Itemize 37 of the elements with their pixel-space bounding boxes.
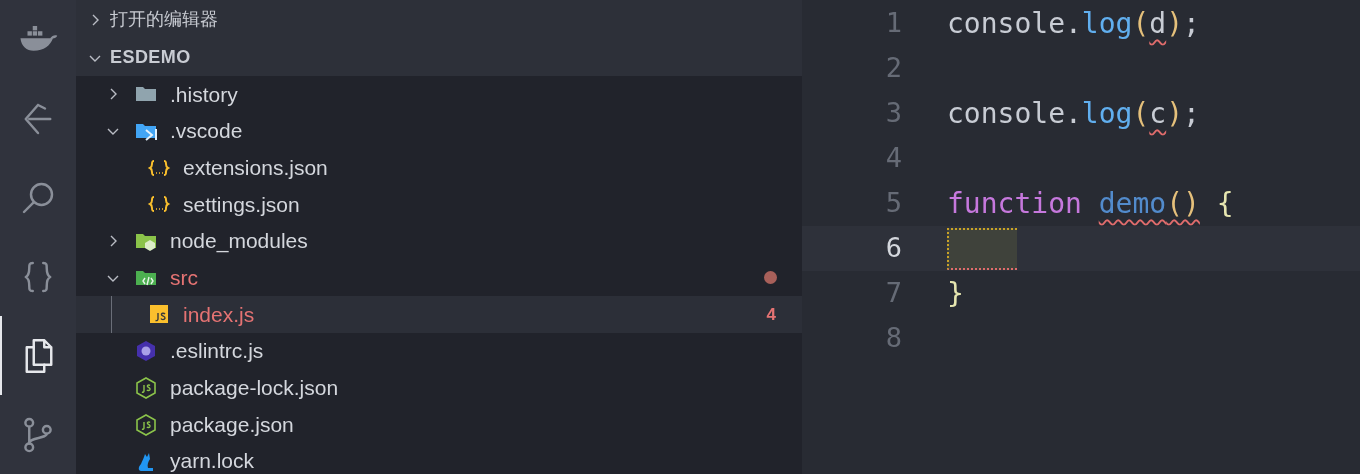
file-name: package-lock.json <box>170 375 339 402</box>
file-name: .vscode <box>170 118 243 145</box>
code-line: console.log(d); <box>947 5 1200 42</box>
file-name: index.js <box>183 301 255 328</box>
file-name: settings.json <box>183 191 300 218</box>
tree-item[interactable]: index.js 4 <box>76 296 802 333</box>
line-number: 8 <box>884 321 902 356</box>
line-number: 6 <box>884 231 902 266</box>
problem-count: 4 <box>766 303 777 326</box>
file-name: src <box>170 265 198 292</box>
code-line: } <box>947 275 964 312</box>
code-line: console.log(c); <box>947 95 1200 132</box>
tree-item[interactable]: package-lock.json <box>76 369 802 407</box>
code-line: function demo() { <box>947 185 1234 222</box>
tree-item[interactable]: .vscode <box>76 112 802 150</box>
line-number: 2 <box>884 51 902 86</box>
section-header[interactable]: 打开的编辑器 <box>76 0 802 39</box>
section-header[interactable]: ESDEMO <box>76 39 802 76</box>
file-name: .history <box>170 81 238 108</box>
tree-item[interactable]: extensions.json <box>76 149 802 187</box>
line-number: 5 <box>884 186 902 221</box>
tree-item[interactable]: package.json <box>76 406 802 443</box>
tree-item[interactable]: src <box>76 259 802 297</box>
tree-item[interactable]: node_modules <box>76 222 802 260</box>
line-number: 4 <box>884 141 902 176</box>
line-number: 3 <box>884 96 902 131</box>
tree-item[interactable]: .eslintrc.js <box>76 332 802 370</box>
tree-item[interactable]: .history <box>76 76 802 113</box>
file-name: extensions.json <box>183 154 328 181</box>
tree-item[interactable]: yarn.lock <box>76 442 802 474</box>
line-number: 1 <box>884 6 902 41</box>
file-name: yarn.lock <box>170 448 255 474</box>
file-name: .eslintrc.js <box>170 338 264 365</box>
file-name: node_modules <box>170 228 308 255</box>
line-number: 7 <box>884 276 902 311</box>
tree-item[interactable]: settings.json <box>76 186 802 223</box>
file-name: package.json <box>170 411 294 438</box>
